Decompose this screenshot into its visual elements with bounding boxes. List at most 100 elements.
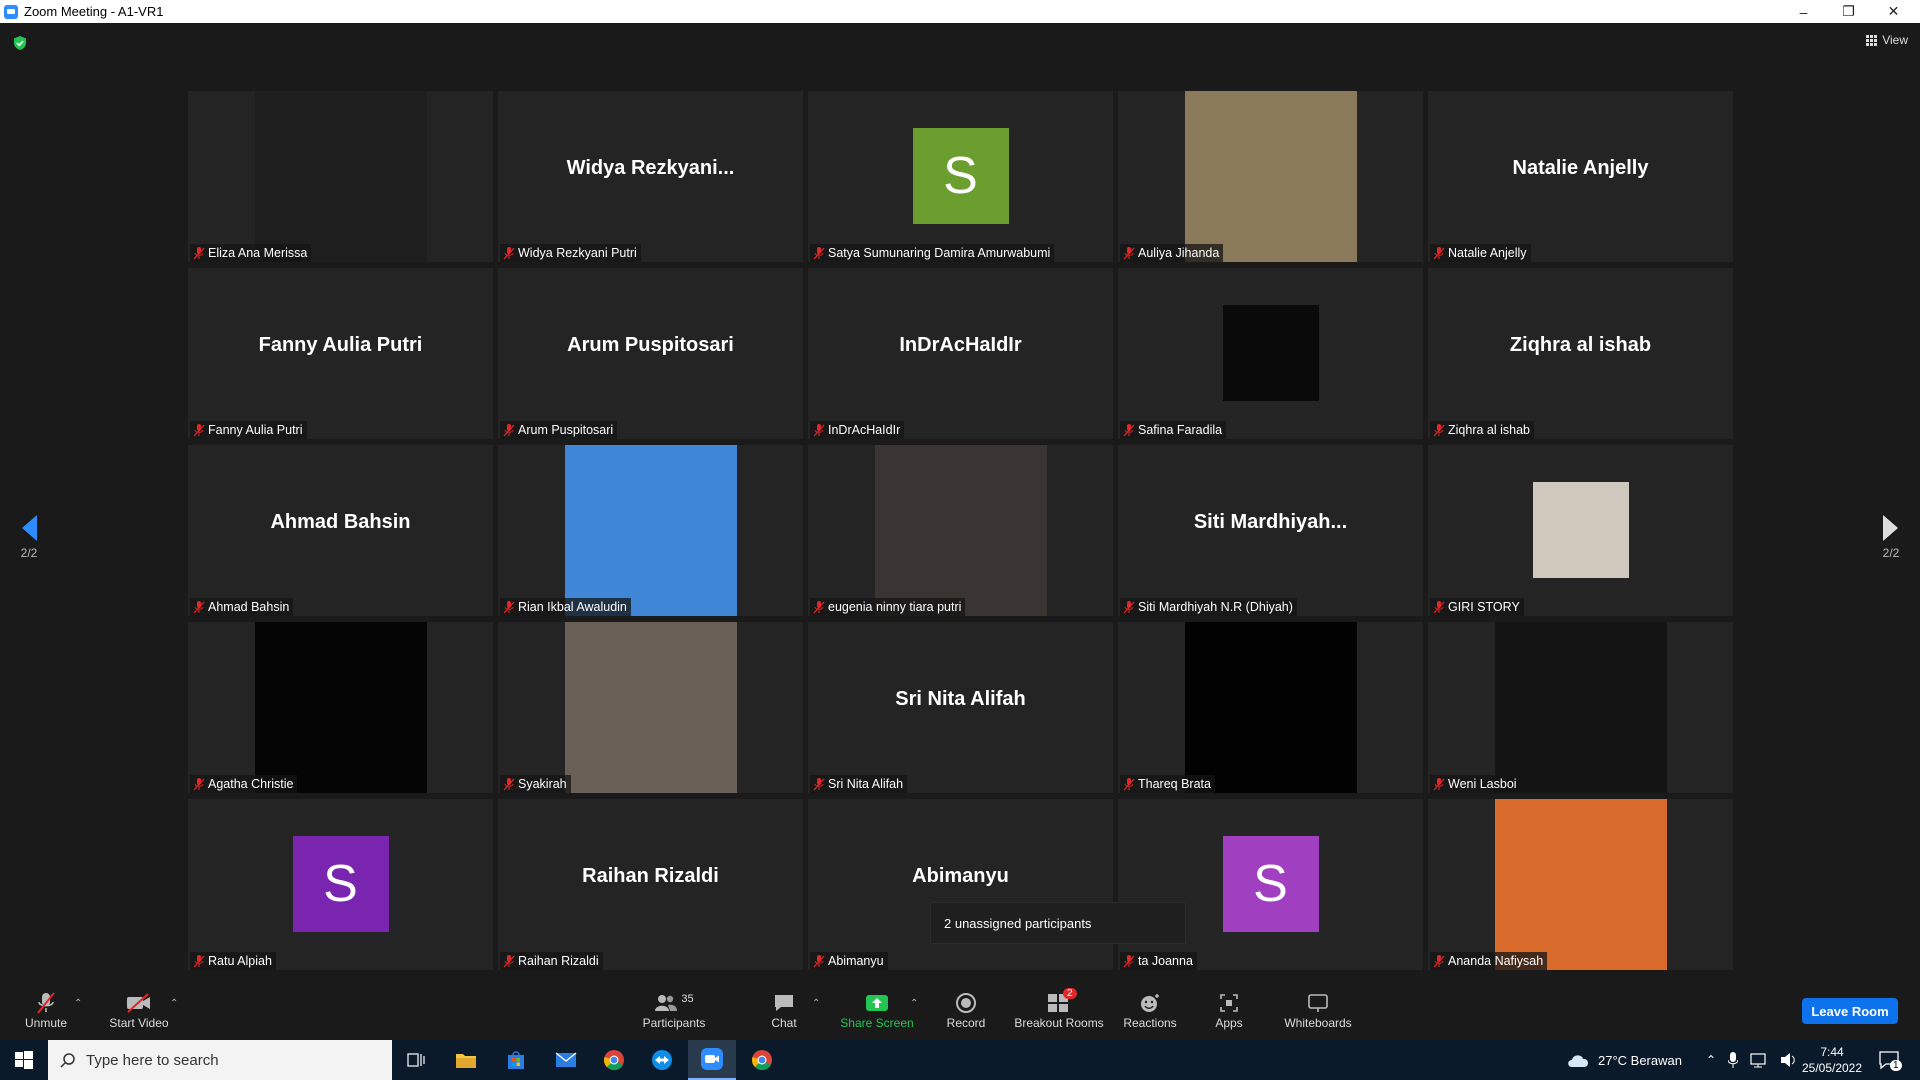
start-video-label: Start Video xyxy=(109,1016,169,1030)
participant-video xyxy=(1494,622,1667,793)
participant-tile[interactable]: Sta Joanna xyxy=(1118,799,1423,970)
volume-icon[interactable] xyxy=(1780,1052,1798,1068)
start-button[interactable] xyxy=(0,1040,48,1080)
share-options-caret-icon[interactable]: ⌃ xyxy=(910,998,918,1009)
chat-options-caret-icon[interactable]: ⌃ xyxy=(812,998,820,1009)
share-screen-icon xyxy=(866,995,888,1011)
start-video-button[interactable]: Start Video xyxy=(104,980,174,1040)
participant-tile[interactable]: S Ratu Alpiah xyxy=(188,799,493,970)
participant-tile[interactable]: Auliya Jihanda xyxy=(1118,91,1423,262)
participant-tile[interactable]: Raihan Rizaldi Raihan Rizaldi xyxy=(498,799,803,970)
chrome-profile-taskbar-icon[interactable] xyxy=(738,1040,786,1080)
chrome-taskbar-icon[interactable] xyxy=(590,1040,638,1080)
participant-name: Arum Puspitosari xyxy=(518,423,614,437)
reactions-button[interactable]: Reactions xyxy=(1122,980,1178,1040)
audio-options-caret-icon[interactable]: ⌃ xyxy=(74,998,82,1009)
cloud-icon xyxy=(1568,1055,1589,1067)
taskbar-search-box[interactable]: Type here to search xyxy=(48,1040,392,1080)
participant-tile[interactable]: Weni Lasboi xyxy=(1428,622,1733,793)
participant-name: Sri Nita Alifah xyxy=(828,777,904,791)
participant-name: Thareq Brata xyxy=(1138,777,1211,791)
tooltip-text: 2 unassigned participants xyxy=(944,915,1092,931)
participant-tile[interactable]: Ziqhra al ishab Ziqhra al ishab xyxy=(1428,268,1733,439)
participant-tile[interactable]: Fanny Aulia Putri Fanny Aulia Putri xyxy=(188,268,493,439)
unmute-button[interactable]: Unmute xyxy=(14,980,78,1040)
participant-tile[interactable]: Sri Nita Alifah Sri Nita Alifah xyxy=(808,622,1113,793)
participant-name-label: InDrAcHaIdIr xyxy=(810,421,905,439)
participant-tile[interactable]: S Satya Sumunaring Damira Amurwabumi xyxy=(808,91,1113,262)
network-icon[interactable] xyxy=(1750,1052,1768,1068)
participant-tile[interactable]: Syakirah xyxy=(498,622,803,793)
clock-time: 7:44 xyxy=(1820,1045,1844,1059)
participants-button[interactable]: 35 Participants xyxy=(640,980,708,1040)
participant-tile[interactable]: Abimanyu Abimanyu xyxy=(808,799,1113,970)
muted-mic-icon xyxy=(37,992,55,1014)
breakout-rooms-button[interactable]: 2 Breakout Rooms xyxy=(1012,980,1106,1040)
share-screen-label: Share Screen xyxy=(840,1016,914,1030)
page-indicator-left: 2/2 xyxy=(20,546,38,560)
next-page-button[interactable]: 2/2 xyxy=(1876,513,1906,560)
participant-tile[interactable]: InDrAcHaIdIr InDrAcHaIdIr xyxy=(808,268,1113,439)
chat-button[interactable]: Chat xyxy=(760,980,808,1040)
share-screen-button[interactable]: Share Screen xyxy=(838,980,916,1040)
search-icon xyxy=(60,1053,75,1068)
window-title: Zoom Meeting - A1-VR1 xyxy=(24,4,164,19)
participant-video xyxy=(1494,799,1667,970)
whiteboards-button[interactable]: Whiteboards xyxy=(1282,980,1354,1040)
leave-room-button[interactable]: Leave Room xyxy=(1802,998,1898,1024)
participant-video xyxy=(254,622,427,793)
participant-name: Weni Lasboi xyxy=(1448,777,1517,791)
participant-tile[interactable]: Widya Rezkyani... Widya Rezkyani Putri xyxy=(498,91,803,262)
store-taskbar-icon[interactable] xyxy=(492,1040,540,1080)
view-button[interactable]: View xyxy=(1866,33,1908,47)
video-options-caret-icon[interactable]: ⌃ xyxy=(170,998,178,1009)
view-label: View xyxy=(1882,33,1908,47)
encryption-shield-icon[interactable] xyxy=(12,35,28,51)
previous-page-button[interactable]: 2/2 xyxy=(14,513,44,560)
participant-name: Ahmad Bahsin xyxy=(208,600,290,614)
participant-tile[interactable]: Thareq Brata xyxy=(1118,622,1423,793)
apps-label: Apps xyxy=(1215,1016,1243,1030)
participant-tile[interactable]: Safina Faradila xyxy=(1118,268,1423,439)
whiteboards-label: Whiteboards xyxy=(1284,1016,1352,1030)
participant-tile[interactable]: Arum Puspitosari Arum Puspitosari xyxy=(498,268,803,439)
muted-mic-icon xyxy=(193,777,205,790)
participant-tile[interactable]: Ahmad Bahsin Ahmad Bahsin xyxy=(188,445,493,616)
show-hidden-icons-icon[interactable]: ⌃ xyxy=(1706,1053,1716,1067)
record-button[interactable]: Record xyxy=(940,980,992,1040)
record-label: Record xyxy=(946,1016,986,1030)
weather-text: 27°C Berawan xyxy=(1598,1052,1682,1068)
participant-display-name: Ziqhra al ishab xyxy=(1509,334,1652,356)
page-indicator-right: 2/2 xyxy=(1882,546,1900,560)
participant-tile[interactable]: Rian Ikbal Awaludin xyxy=(498,445,803,616)
participant-name-label: Siti Mardhiyah N.R (Dhiyah) xyxy=(1120,598,1297,616)
mail-taskbar-icon[interactable] xyxy=(542,1040,590,1080)
file-explorer-taskbar-icon[interactable] xyxy=(442,1040,490,1080)
zoom-taskbar-icon[interactable] xyxy=(688,1040,736,1080)
breakout-rooms-badge: 2 xyxy=(1063,988,1077,999)
muted-mic-icon xyxy=(1433,423,1445,436)
video-off-icon xyxy=(127,993,150,1013)
maximize-button[interactable]: ❐ xyxy=(1826,0,1871,23)
participant-tile[interactable]: Ananda Nafiysah xyxy=(1428,799,1733,970)
participant-tile[interactable]: GIRI STORY xyxy=(1428,445,1733,616)
participant-tile[interactable]: eugenia ninny tiara putri xyxy=(808,445,1113,616)
clock[interactable]: 7:44 25/05/2022 xyxy=(1800,1040,1864,1080)
close-button[interactable]: ✕ xyxy=(1871,0,1916,23)
participant-tile[interactable]: Natalie Anjelly Natalie Anjelly xyxy=(1428,91,1733,262)
task-view-button[interactable] xyxy=(392,1040,440,1080)
participant-name-label: Abimanyu xyxy=(810,952,888,970)
apps-button[interactable]: Apps xyxy=(1208,980,1250,1040)
participant-tile[interactable]: Siti Mardhiyah... Siti Mardhiyah N.R (Dhi… xyxy=(1118,445,1423,616)
notifications-button[interactable]: 1 xyxy=(1878,1040,1902,1080)
weather-widget[interactable]: 27°C Berawan xyxy=(1566,1040,1682,1080)
microphone-icon[interactable] xyxy=(1728,1052,1739,1068)
minimize-button[interactable]: – xyxy=(1781,0,1826,23)
chevron-left-icon xyxy=(22,515,37,541)
teamviewer-taskbar-icon[interactable] xyxy=(638,1040,686,1080)
muted-mic-icon xyxy=(813,246,825,259)
participant-name: GIRI STORY xyxy=(1448,600,1520,614)
participant-tile[interactable]: Agatha Christie xyxy=(188,622,493,793)
participant-tile[interactable]: Eliza Ana Merissa xyxy=(188,91,493,262)
participant-name: Syakirah xyxy=(518,777,567,791)
